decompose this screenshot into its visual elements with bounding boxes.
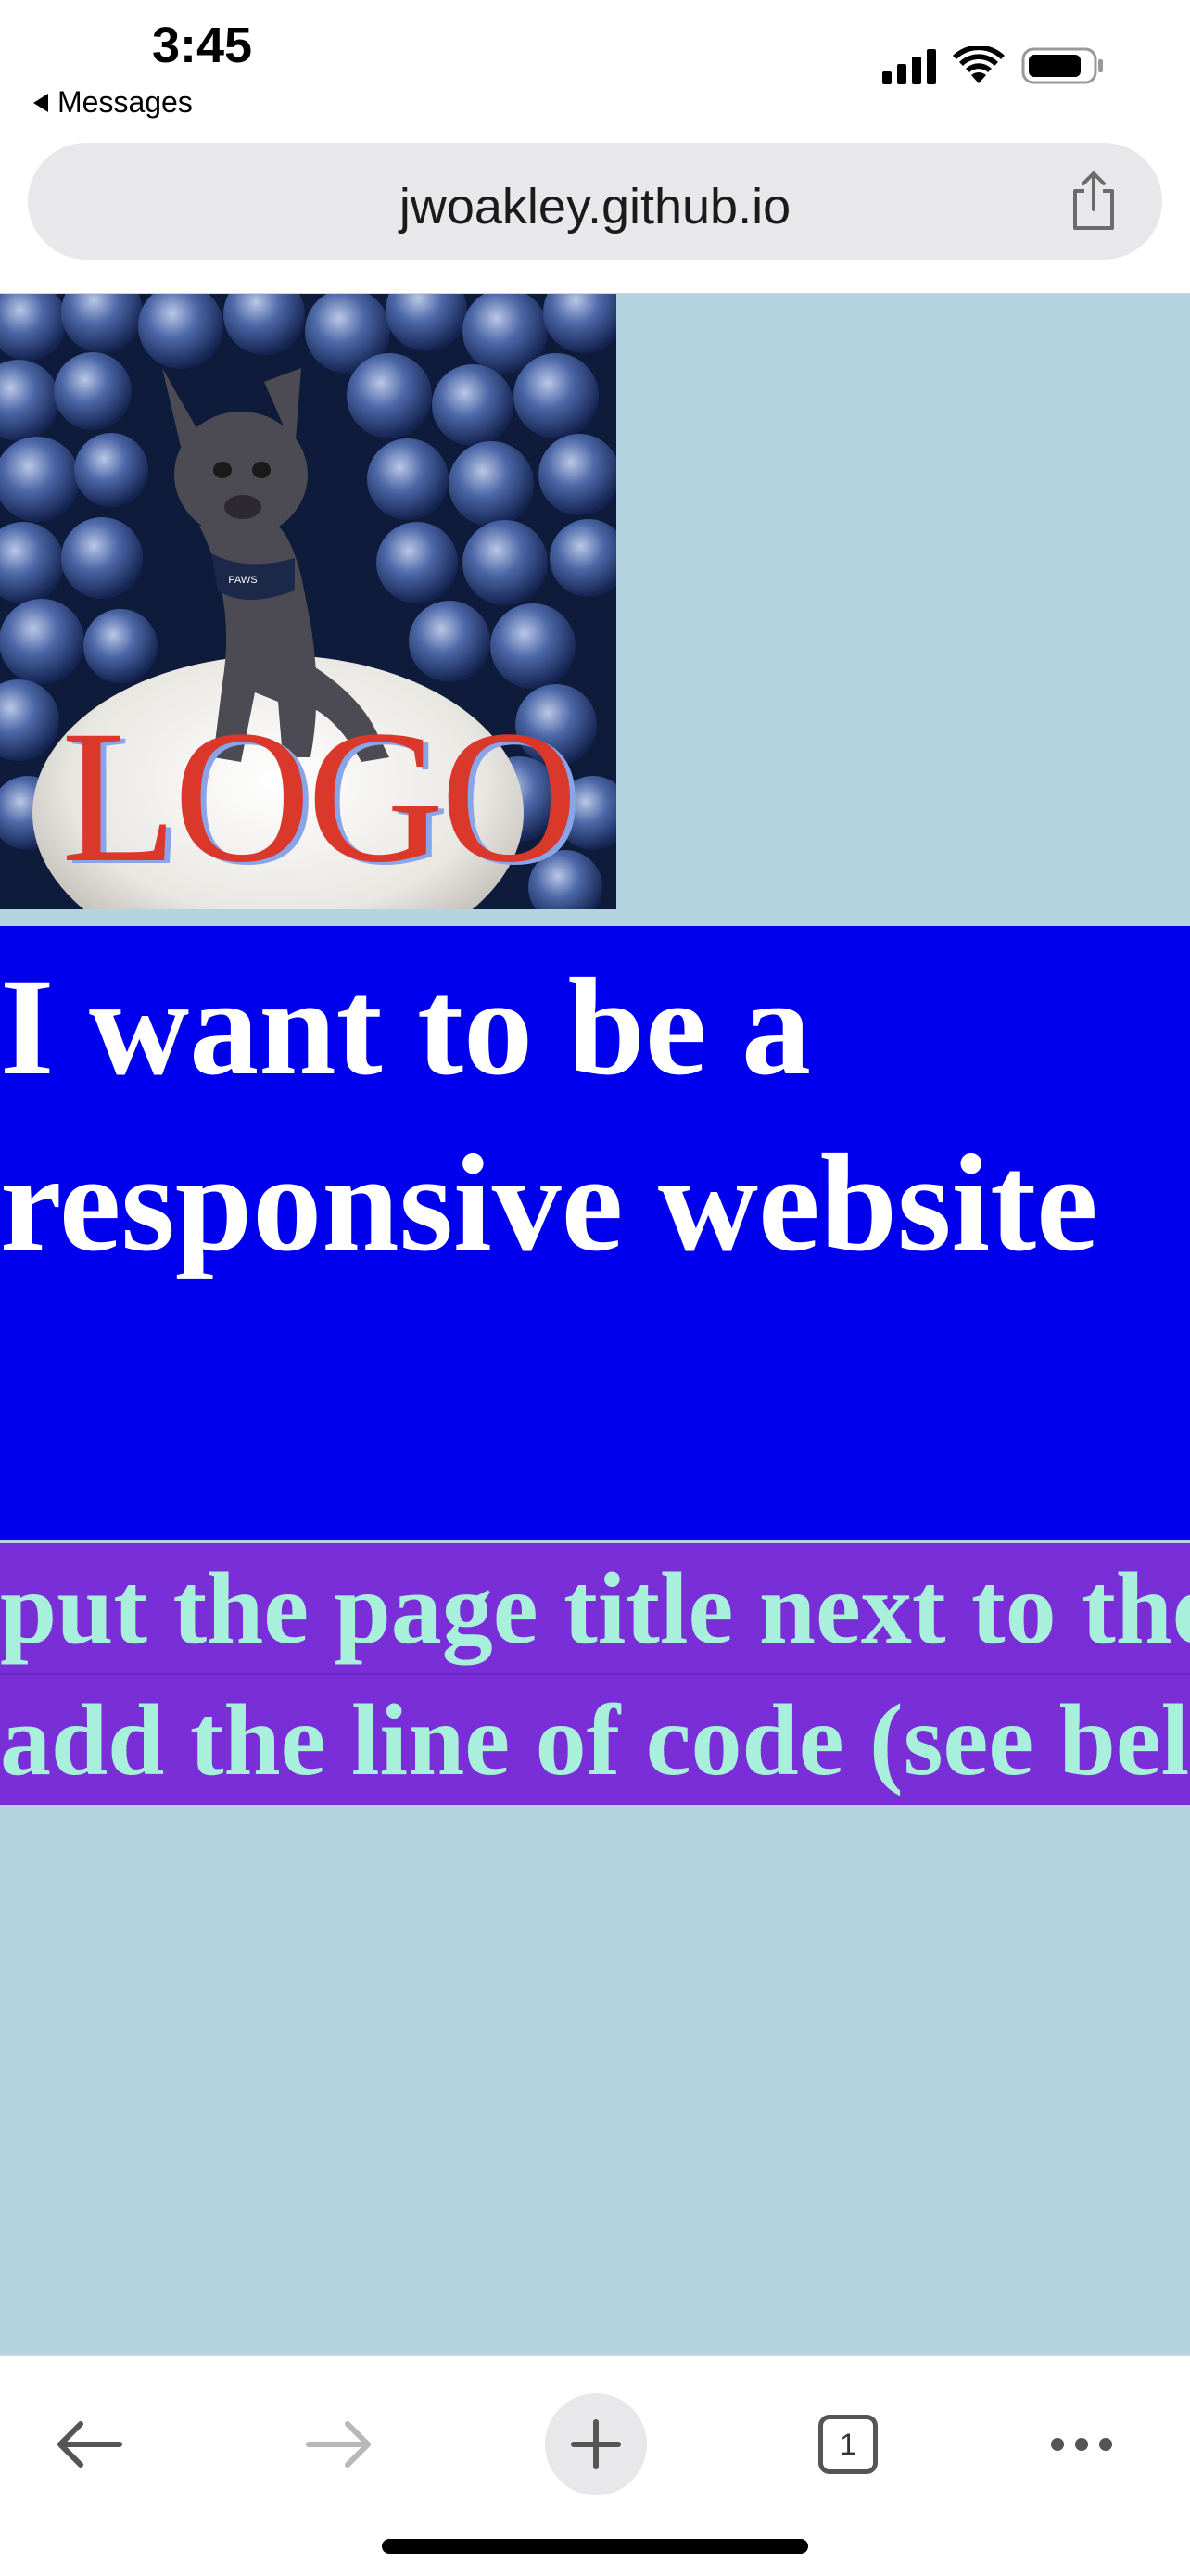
forward-arrow-icon [306,2421,371,2468]
new-tab-button[interactable] [545,2393,647,2495]
share-icon[interactable] [1066,171,1121,232]
tab-count: 1 [840,2428,856,2461]
plus-icon [571,2419,621,2469]
back-arrow-icon [57,2421,122,2468]
address-bar-area: jwoakley.github.io [0,130,1190,294]
note-line-2: add the line of code (see below) [0,1683,1190,1796]
forward-button[interactable] [289,2393,391,2495]
address-bar[interactable]: jwoakley.github.io [28,143,1162,260]
back-caret-icon [33,93,48,112]
status-time: 3:45 [152,18,253,73]
home-indicator[interactable] [382,2539,808,2554]
url-text[interactable]: jwoakley.github.io [28,178,1162,235]
tabs-icon: 1 [818,2415,878,2474]
more-icon [1051,2438,1112,2451]
tab-switcher-button[interactable]: 1 [797,2393,899,2495]
logo-image: PAWS LOGO [0,294,616,909]
svg-text:PAWS: PAWS [228,575,257,586]
logo-text: LOGO [61,692,577,902]
hero-banner: I want to be a responsive website [0,926,1190,1540]
status-icons [882,46,1105,85]
instruction-note: put the page title next to the logo and … [0,1543,1190,1805]
back-button[interactable] [37,2393,139,2495]
status-bar: 3:45 Messages [0,0,1190,130]
back-to-app-label: Messages [57,85,193,119]
signal-icon [882,47,936,84]
new-tab-circle [545,2393,647,2495]
back-to-messages-button[interactable]: Messages [33,85,193,120]
note-line-1: put the page title next to the logo and [0,1552,1190,1665]
battery-icon [1021,46,1105,85]
web-page: PAWS LOGO I want to be a responsive webs… [0,294,1190,2355]
page-heading: I want to be a responsive website [0,950,1098,1280]
more-menu-button[interactable] [1031,2393,1133,2495]
wifi-icon [953,46,1005,85]
